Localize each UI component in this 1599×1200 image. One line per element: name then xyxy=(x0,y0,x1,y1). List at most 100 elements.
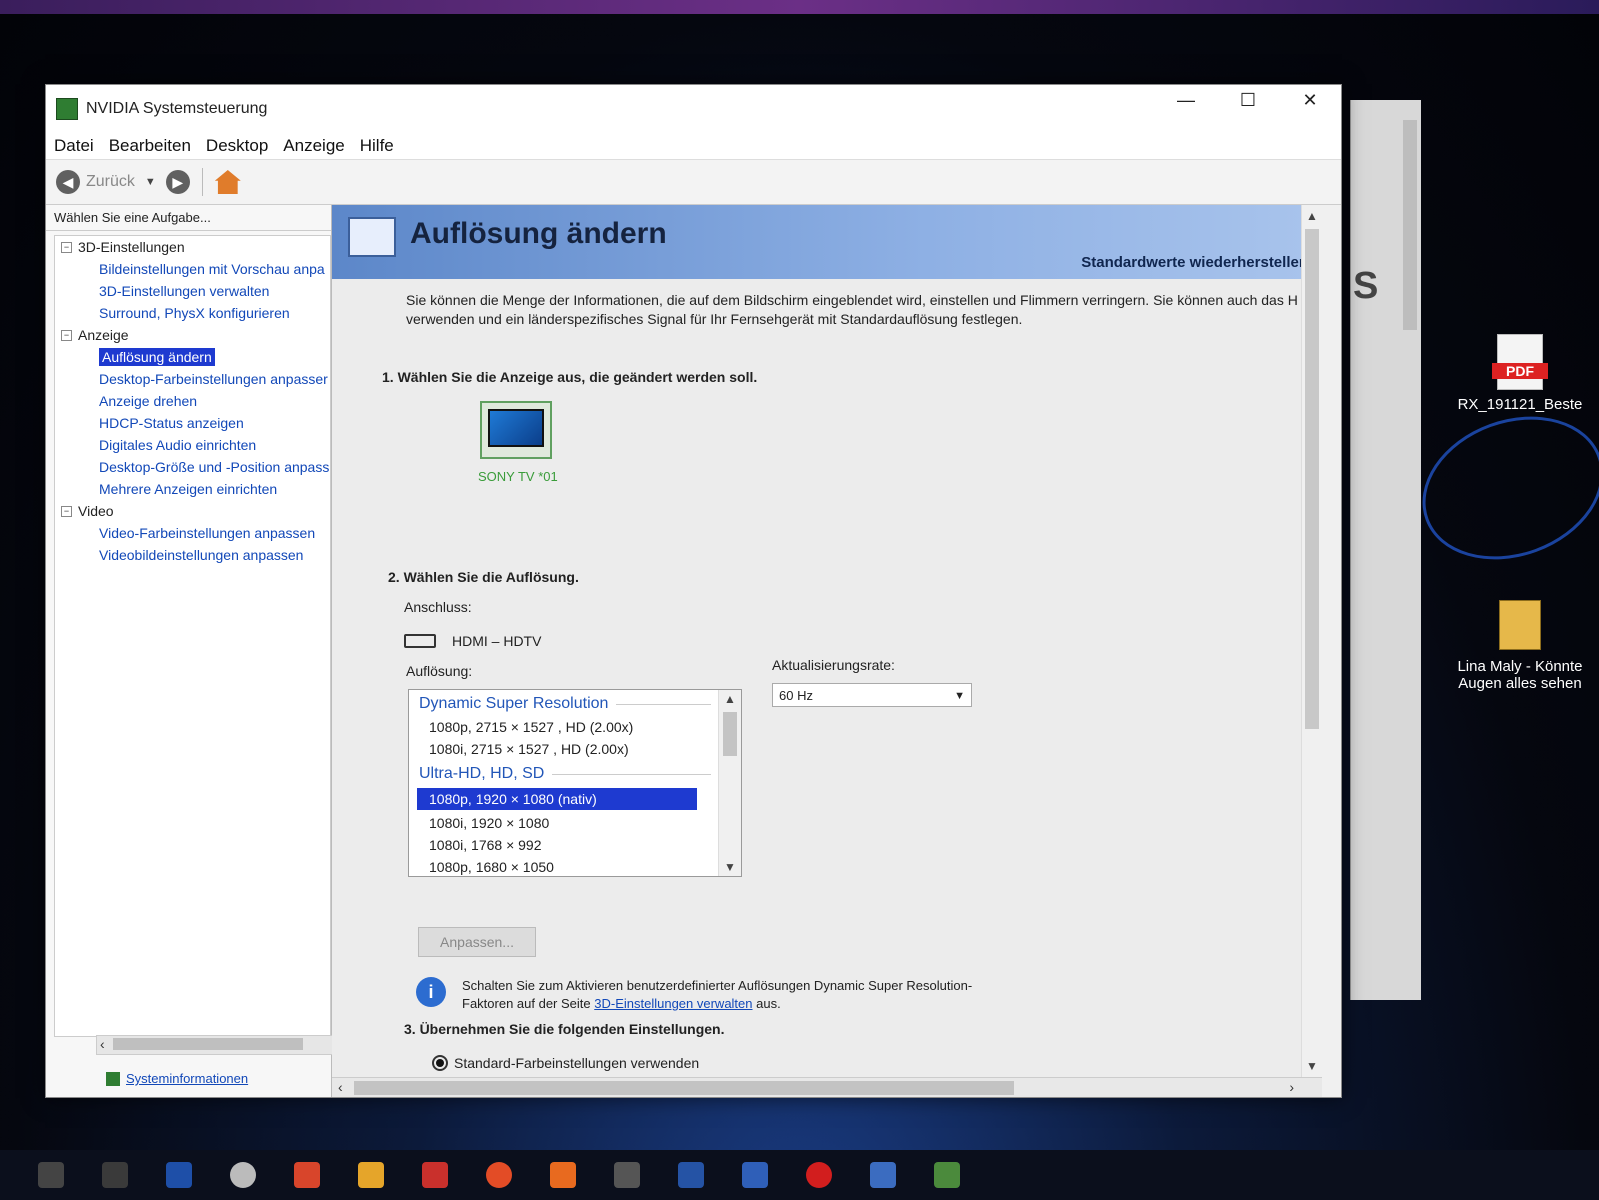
taskbar-app-icon[interactable] xyxy=(614,1162,640,1188)
scroll-up-icon[interactable]: ▲ xyxy=(724,692,736,706)
taskbar xyxy=(0,1150,1599,1200)
res-item[interactable]: 1080i, 1920 × 1080 xyxy=(409,812,741,834)
taskbar-app-icon[interactable] xyxy=(166,1162,192,1188)
tree-item-surround-physx[interactable]: Surround, PhysX konfigurieren xyxy=(55,302,330,324)
back-arrow-icon[interactable]: ◀ xyxy=(56,170,80,194)
taskbar-app-icon[interactable] xyxy=(742,1162,768,1188)
menu-bar: Datei Bearbeiten Desktop Anzeige Hilfe xyxy=(46,133,1341,160)
desktop-pdf-shortcut[interactable]: PDF RX_191121_Beste xyxy=(1440,334,1599,413)
step-1-heading: 1. Wählen Sie die Anzeige aus, die geänd… xyxy=(382,369,758,385)
taskbar-app-icon[interactable] xyxy=(550,1162,576,1188)
taskbar-nvidia-icon[interactable] xyxy=(934,1162,960,1188)
res-item[interactable]: 1080p, 1680 × 1050 xyxy=(409,856,741,876)
scrollbar-thumb[interactable] xyxy=(723,712,737,756)
home-icon[interactable] xyxy=(214,170,241,194)
refresh-rate-label: Aktualisierungsrate: xyxy=(772,657,895,673)
refresh-rate-dropdown[interactable]: 60 Hz ▼ xyxy=(772,683,972,707)
taskbar-app-icon[interactable] xyxy=(806,1162,832,1188)
resolution-list-scrollbar[interactable]: ▲ ▼ xyxy=(718,690,741,876)
taskbar-app-icon[interactable] xyxy=(102,1162,128,1188)
tree-category-video[interactable]: − Video xyxy=(55,500,330,522)
scroll-down-icon[interactable]: ▼ xyxy=(724,860,736,874)
tree-item-farbeinstellungen[interactable]: Desktop-Farbeinstellungen anpasser xyxy=(55,368,330,390)
nvidia-control-panel-window: NVIDIA Systemsteuerung — ☐ ✕ Datei Bearb… xyxy=(45,84,1342,1098)
3d-settings-link[interactable]: 3D-Einstellungen verwalten xyxy=(594,996,752,1011)
desktop-folder-shortcut[interactable]: Lina Maly - Könnte Augen alles sehen xyxy=(1440,600,1599,692)
intro-text: Sie können die Menge der Informationen, … xyxy=(332,279,1322,329)
scroll-left-icon[interactable]: ‹ xyxy=(100,1036,105,1052)
scroll-down-icon[interactable]: ▼ xyxy=(1306,1059,1318,1073)
info-icon: i xyxy=(416,977,446,1007)
res-item[interactable]: 1080i, 1768 × 992 xyxy=(409,834,741,856)
refresh-rate-value: 60 Hz xyxy=(779,688,813,703)
collapse-icon[interactable]: − xyxy=(61,505,72,517)
back-button-label[interactable]: Zurück xyxy=(86,173,135,191)
menu-bearbeiten[interactable]: Bearbeiten xyxy=(109,136,191,156)
pdf-file-icon: PDF xyxy=(1492,334,1548,390)
tree-item-anzeige-drehen[interactable]: Anzeige drehen xyxy=(55,390,330,412)
scrollbar-thumb[interactable] xyxy=(354,1081,1014,1095)
hdmi-icon xyxy=(404,634,436,648)
intro-line-1: Sie können die Menge der Informationen, … xyxy=(406,292,1298,308)
step-2-heading: 2. Wählen Sie die Auflösung. xyxy=(388,569,579,585)
standard-color-option[interactable]: Standard-Farbeinstellungen verwenden xyxy=(432,1055,699,1071)
close-button[interactable]: ✕ xyxy=(1279,85,1341,115)
res-item[interactable]: 1080i, 2715 × 1527 , HD (2.00x) xyxy=(409,738,741,760)
res-item[interactable]: 1080p, 2715 × 1527 , HD (2.00x) xyxy=(409,716,741,738)
tree-item-bildeinstellungen[interactable]: Bildeinstellungen mit Vorschau anpa xyxy=(55,258,330,280)
display-sony-tv[interactable]: SONY TV *01 xyxy=(478,401,558,484)
menu-desktop[interactable]: Desktop xyxy=(206,136,268,156)
scrollbar-thumb[interactable] xyxy=(1305,229,1319,729)
content-hscrollbar[interactable]: ‹ › xyxy=(332,1077,1322,1097)
tree-category-label: 3D-Einstellungen xyxy=(78,239,185,255)
tree-item-video-farbe[interactable]: Video-Farbeinstellungen anpassen xyxy=(55,522,330,544)
tree-item-digitales-audio[interactable]: Digitales Audio einrichten xyxy=(55,434,330,456)
scroll-left-icon[interactable]: ‹ xyxy=(338,1079,343,1095)
taskbar-app-icon[interactable] xyxy=(678,1162,704,1188)
title-bar[interactable]: NVIDIA Systemsteuerung — ☐ ✕ xyxy=(46,85,1341,133)
content-scrollbar[interactable]: ▲ ▼ xyxy=(1301,205,1322,1077)
menu-anzeige[interactable]: Anzeige xyxy=(283,136,344,156)
tree-item-videobild[interactable]: Videobildeinstellungen anpassen xyxy=(55,544,330,566)
res-item-selected[interactable]: 1080p, 1920 × 1080 (nativ) xyxy=(417,788,697,810)
tree-category-3d[interactable]: −3D-Einstellungen xyxy=(55,236,330,258)
taskbar-app-icon[interactable] xyxy=(38,1162,64,1188)
scroll-up-icon[interactable]: ▲ xyxy=(1306,209,1318,223)
collapse-icon[interactable]: − xyxy=(61,329,72,341)
desktop-folder-label-line2: Augen alles sehen xyxy=(1458,675,1582,692)
menu-hilfe[interactable]: Hilfe xyxy=(360,136,394,156)
taskbar-app-icon[interactable] xyxy=(870,1162,896,1188)
minimize-button[interactable]: — xyxy=(1155,85,1217,115)
restore-defaults-link[interactable]: Standardwerte wiederherstellen xyxy=(1081,254,1308,271)
forward-arrow-icon[interactable]: ▶ xyxy=(165,170,190,194)
radio-selected-icon[interactable] xyxy=(432,1055,448,1071)
taskbar-folder-icon[interactable] xyxy=(358,1162,384,1188)
resolution-list[interactable]: Dynamic Super Resolution 1080p, 2715 × 1… xyxy=(408,689,742,877)
tree-category-anzeige[interactable]: − Anzeige xyxy=(55,324,330,346)
system-info-link[interactable]: Systeminformationen xyxy=(106,1071,248,1086)
taskbar-app-icon[interactable] xyxy=(230,1162,256,1188)
monitor-icon xyxy=(480,401,552,459)
wallpaper-swirl xyxy=(1402,392,1599,584)
scrollbar-thumb[interactable] xyxy=(113,1038,303,1050)
tree-item-hdcp[interactable]: HDCP-Status anzeigen xyxy=(55,412,330,434)
taskbar-app-icon[interactable] xyxy=(294,1162,320,1188)
tree-item-mehrere-anzeigen[interactable]: Mehrere Anzeigen einrichten xyxy=(55,478,330,500)
history-dropdown-icon[interactable]: ▼ xyxy=(145,176,156,188)
background-letter: S xyxy=(1353,265,1379,307)
step-3-heading: 3. Übernehmen Sie die folgenden Einstell… xyxy=(404,1021,725,1037)
task-caption: Wählen Sie eine Aufgabe... xyxy=(46,205,331,231)
task-tree-hscrollbar[interactable]: ‹ › xyxy=(96,1035,353,1055)
customize-button[interactable]: Anpassen... xyxy=(418,927,536,957)
taskbar-browser-icon[interactable] xyxy=(486,1162,512,1188)
scroll-right-icon[interactable]: › xyxy=(1289,1079,1294,1095)
tree-item-aufloesung[interactable]: Auflösung ändern xyxy=(55,346,330,368)
tree-item-3d-verwalten[interactable]: 3D-Einstellungen verwalten xyxy=(55,280,330,302)
res-group-dsr: Dynamic Super Resolution xyxy=(409,690,741,716)
background-window: S xyxy=(1350,100,1421,1000)
maximize-button[interactable]: ☐ xyxy=(1217,85,1279,115)
tree-item-desktop-groesse[interactable]: Desktop-Größe und -Position anpass xyxy=(55,456,330,478)
taskbar-app-icon[interactable] xyxy=(422,1162,448,1188)
collapse-icon[interactable]: − xyxy=(61,241,72,253)
menu-datei[interactable]: Datei xyxy=(54,136,94,156)
